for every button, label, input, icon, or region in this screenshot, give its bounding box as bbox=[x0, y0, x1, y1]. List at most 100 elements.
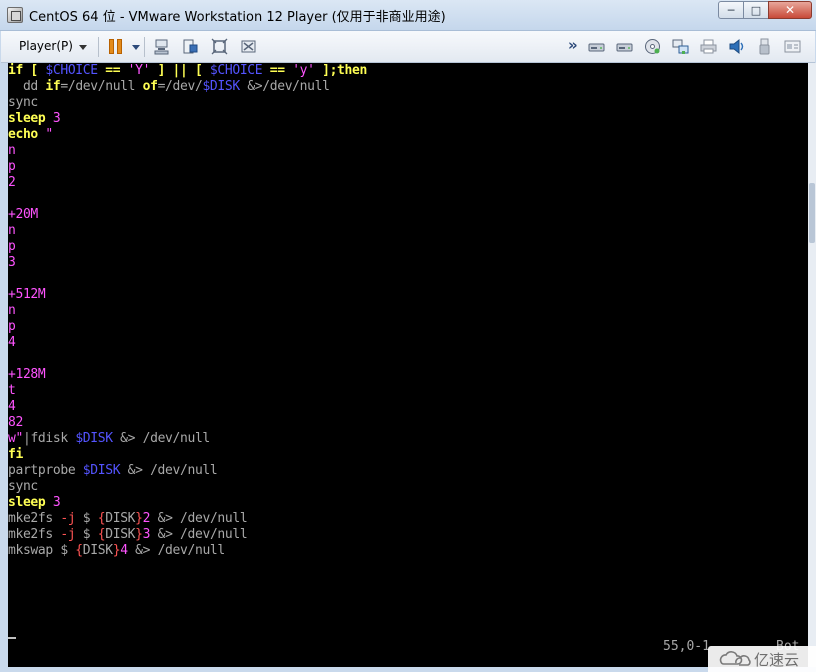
console-token: $DISK bbox=[82, 463, 121, 478]
console-token: p bbox=[8, 159, 16, 174]
minimize-button[interactable]: ─ bbox=[718, 1, 744, 19]
console-token: 4 bbox=[120, 543, 128, 558]
console-token: $CHOICE bbox=[209, 63, 263, 78]
more-devices-icon[interactable]: » bbox=[568, 36, 585, 54]
console-token: &> /dev/null bbox=[112, 431, 210, 446]
console-line: t bbox=[8, 383, 367, 399]
console-line: mkswap $ {DISK}4 &> /dev/null bbox=[8, 543, 367, 559]
console-line: 4 bbox=[8, 335, 367, 351]
console-token: DISK bbox=[105, 527, 136, 542]
console-token: &> /dev/null bbox=[120, 463, 218, 478]
window-title: CentOS 64 位 - VMware Workstation 12 Play… bbox=[29, 10, 446, 25]
console-token: p bbox=[8, 319, 16, 334]
console-token: dd bbox=[8, 79, 46, 94]
console-token: 2 bbox=[142, 511, 151, 526]
console-token: -j bbox=[60, 527, 76, 542]
window-controls: ─ □ ✕ bbox=[718, 1, 812, 20]
console-token: &>/dev/null bbox=[239, 79, 330, 94]
player-toolbar: Player(P) » bbox=[1, 31, 815, 63]
console-line: sleep 3 bbox=[8, 495, 367, 511]
console-token: of bbox=[142, 79, 158, 94]
console-line: n bbox=[8, 303, 367, 319]
console-token: mkswap $ bbox=[8, 543, 76, 558]
console-token: sync bbox=[8, 479, 38, 494]
console-token: ] || [ bbox=[150, 63, 210, 78]
console-token: partprobe bbox=[8, 463, 83, 478]
console-line: 2 bbox=[8, 175, 367, 191]
console-token: DISK bbox=[82, 543, 113, 558]
console-token: 2 bbox=[8, 175, 16, 190]
message-log-icon[interactable] bbox=[784, 38, 801, 55]
scrollbar-thumb[interactable] bbox=[809, 183, 815, 243]
hard-disk-1-icon[interactable] bbox=[588, 38, 605, 55]
console-line: sync bbox=[8, 479, 367, 495]
console-line: n bbox=[8, 223, 367, 239]
console-token: sync bbox=[8, 95, 38, 110]
console-token: +512M bbox=[8, 287, 46, 302]
fit-guest-icon[interactable] bbox=[211, 38, 228, 55]
watermark: 亿速云 bbox=[708, 646, 816, 672]
console-line: +512M bbox=[8, 287, 367, 303]
console-token: $DISK bbox=[202, 79, 240, 94]
sound-card-icon[interactable] bbox=[728, 38, 745, 55]
fullscreen-icon[interactable] bbox=[240, 38, 257, 55]
window-bottom-border bbox=[0, 667, 816, 672]
cd-dvd-icon[interactable] bbox=[644, 38, 661, 55]
console-token: echo bbox=[8, 127, 46, 142]
console-token: n bbox=[8, 223, 16, 238]
console-token: sleep bbox=[8, 111, 53, 126]
console-scrollbar[interactable] bbox=[808, 63, 816, 667]
player-menu[interactable]: Player(P) bbox=[19, 39, 73, 53]
console-token: w" bbox=[8, 431, 23, 446]
console-token: if bbox=[45, 79, 61, 94]
close-button[interactable]: ✕ bbox=[768, 1, 812, 19]
player-menu-chevron-down-icon[interactable] bbox=[79, 45, 87, 50]
console-line: mke2fs -j $ {DISK}2 &> /dev/null bbox=[8, 511, 367, 527]
console-token: mke2fs bbox=[8, 527, 61, 542]
console-token: } bbox=[135, 511, 143, 526]
console-token: 82 bbox=[8, 415, 23, 430]
console-token: 3 bbox=[52, 111, 61, 126]
maximize-button[interactable]: □ bbox=[743, 1, 769, 19]
console-line: p bbox=[8, 239, 367, 255]
console-token: $ bbox=[75, 527, 98, 542]
printer-icon[interactable] bbox=[700, 38, 717, 55]
hard-disk-2-icon[interactable] bbox=[616, 38, 633, 55]
console-line: 3 bbox=[8, 255, 367, 271]
console-line: n bbox=[8, 143, 367, 159]
console-line: 82 bbox=[8, 415, 367, 431]
console-token: 3 bbox=[142, 527, 151, 542]
watermark-text: 亿速云 bbox=[754, 651, 800, 669]
console-token: +128M bbox=[8, 367, 46, 382]
console-token: == bbox=[97, 63, 128, 78]
console-line: dd if=/dev/null of=/dev/$DISK &>/dev/nul… bbox=[8, 79, 367, 95]
usb-icon[interactable] bbox=[756, 38, 773, 55]
console-token: DISK bbox=[105, 511, 136, 526]
console-line: sync bbox=[8, 95, 367, 111]
console-token: if [ bbox=[8, 63, 46, 78]
send-ctrl-alt-del-icon[interactable] bbox=[153, 38, 170, 55]
console-token: $DISK bbox=[75, 431, 113, 446]
console-token: == bbox=[262, 63, 293, 78]
console-token: 3 bbox=[8, 255, 16, 270]
console-line: p bbox=[8, 319, 367, 335]
console-token: $ bbox=[75, 511, 98, 526]
close-icon: ✕ bbox=[784, 3, 796, 17]
console-token: n bbox=[8, 143, 16, 158]
console-token: fi bbox=[8, 447, 23, 462]
toolbar-divider bbox=[144, 37, 145, 57]
yisu-cloud-logo-icon bbox=[719, 651, 751, 666]
console-token: 3 bbox=[52, 495, 61, 510]
console-token: &> /dev/null bbox=[150, 511, 248, 526]
pause-chevron-down-icon[interactable] bbox=[132, 45, 140, 50]
console-token: " bbox=[45, 127, 53, 142]
console-token: } bbox=[135, 527, 143, 542]
console-token: t bbox=[8, 383, 16, 398]
unity-icon[interactable] bbox=[182, 38, 199, 55]
pause-icon[interactable] bbox=[109, 39, 123, 54]
console-token: mke2fs bbox=[8, 511, 61, 526]
vm-console[interactable]: if [ $CHOICE == 'Y' ] || [ $CHOICE == 'y… bbox=[8, 63, 808, 667]
network-adapter-icon[interactable] bbox=[672, 38, 689, 55]
